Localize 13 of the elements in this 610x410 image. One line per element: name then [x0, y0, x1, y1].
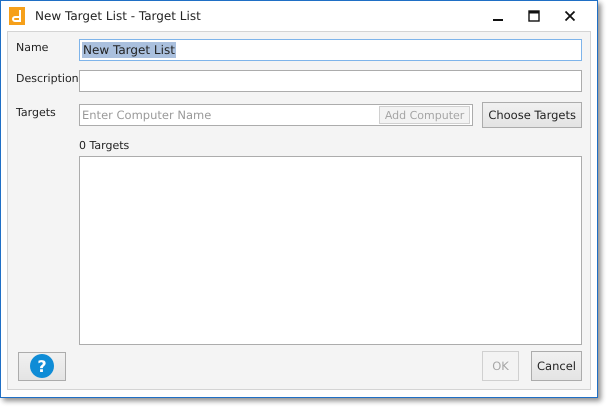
app-logo-icon — [9, 7, 25, 25]
text-field[interactable] — [79, 70, 582, 92]
window-title: New Target List - Target List — [35, 9, 201, 23]
field-label: Targets — [16, 105, 57, 119]
field-label: Name — [16, 40, 50, 54]
dialog-button[interactable]: Cancel — [531, 351, 582, 381]
field-label: Description — [16, 71, 79, 85]
maximize-icon[interactable] — [528, 10, 540, 22]
choose-targets-button[interactable]: Choose Targets — [482, 102, 582, 128]
help-button[interactable]: ? — [18, 352, 66, 380]
targets-count: 0 Targets — [79, 139, 130, 152]
text-field[interactable]: New Target List — [79, 39, 582, 61]
close-icon[interactable] — [564, 10, 576, 22]
